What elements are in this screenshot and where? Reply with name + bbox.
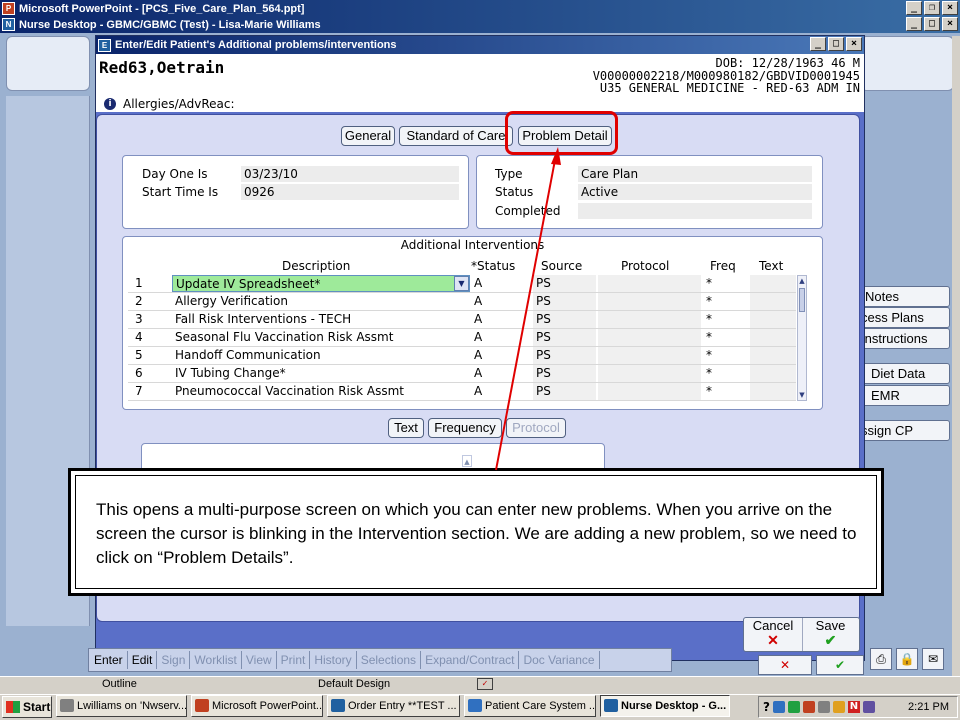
taskbar-item-label: Lwilliams on 'Nwserv... (77, 700, 187, 712)
taskbar-item[interactable]: Nurse Desktop - G... (600, 695, 730, 717)
taskbar-item[interactable]: Patient Care System ... (464, 695, 596, 717)
clock: 2:21 PM (908, 701, 949, 713)
taskbar-item-label: Nurse Desktop - G... (621, 700, 727, 712)
tray-icon-7[interactable] (862, 701, 875, 713)
start-button[interactable]: Start (2, 696, 52, 718)
taskbar-app-icon (60, 699, 74, 712)
taskbar-app-icon (331, 699, 345, 712)
windows-logo-icon (6, 701, 20, 713)
callout-arrow (495, 147, 561, 471)
taskbar-item-label: Order Entry **TEST ... (348, 700, 457, 712)
taskbar-item[interactable]: Lwilliams on 'Nwserv... (56, 695, 187, 717)
tray-icon-6[interactable]: N (847, 701, 860, 713)
tray-icon-2[interactable] (787, 701, 800, 713)
tray-icon-1[interactable] (772, 701, 785, 713)
taskbar-item[interactable]: Order Entry **TEST ... (327, 695, 460, 717)
tray-icon-5[interactable] (832, 701, 845, 713)
taskbar-item[interactable]: Microsoft PowerPoint... (191, 695, 323, 717)
taskbar-app-icon (468, 699, 482, 712)
taskbar-item-label: Patient Care System ... (485, 700, 596, 712)
taskbar-app-icon (195, 699, 209, 712)
taskbar-app-icon (604, 699, 618, 712)
tray-icon-3[interactable] (802, 701, 815, 713)
system-tray: ? N 2:21 PM (758, 696, 958, 718)
start-label: Start (23, 700, 51, 714)
tray-icon-4[interactable] (817, 701, 830, 713)
taskbar-item-label: Microsoft PowerPoint... (212, 700, 323, 712)
help-icon[interactable]: ? (763, 700, 770, 714)
